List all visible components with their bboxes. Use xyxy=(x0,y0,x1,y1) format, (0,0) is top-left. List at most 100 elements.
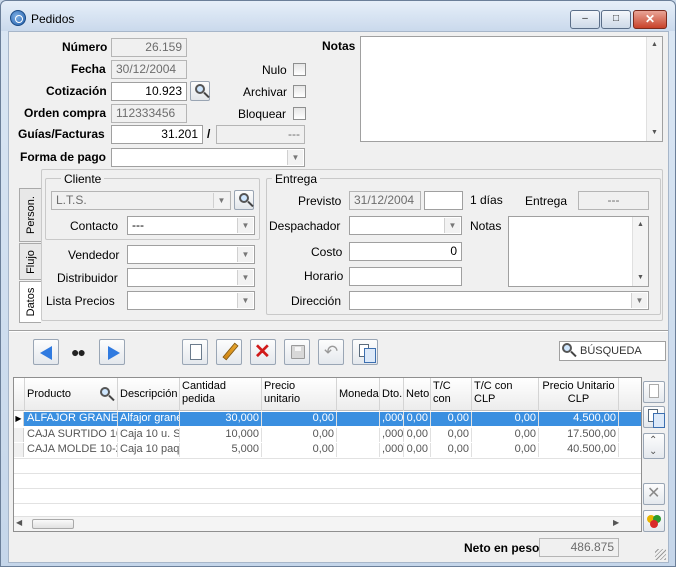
tab-datos[interactable]: Datos xyxy=(19,281,41,323)
move-row-button[interactable]: ⌃ ⌄ xyxy=(643,433,665,459)
scroll-right-icon[interactable]: ▶ xyxy=(613,518,619,527)
previous-button[interactable] xyxy=(33,339,59,365)
search-input[interactable]: BÚSQUEDA xyxy=(559,341,666,361)
cell-neto[interactable]: 0,00 xyxy=(404,428,431,442)
bloquear-checkbox[interactable] xyxy=(293,107,306,120)
notas-scrollbar[interactable]: ▲ ▼ xyxy=(646,37,662,141)
cell-precio-unitario[interactable]: 0,00 xyxy=(262,443,337,457)
guias-secondary-field[interactable]: --- xyxy=(216,125,305,144)
cell-dto[interactable]: ,000 xyxy=(380,443,404,457)
costo-field[interactable]: 0 xyxy=(349,242,462,261)
cell-tc-con[interactable]: 0,00 xyxy=(431,428,472,442)
cliente-lookup-button[interactable] xyxy=(234,190,254,210)
cell-neto[interactable]: 0,00 xyxy=(404,412,431,426)
chevron-down-icon[interactable]: ▼ xyxy=(631,293,647,308)
despachador-select[interactable]: ▼ xyxy=(349,216,462,235)
chevron-down-icon[interactable]: ▼ xyxy=(237,293,253,308)
chevron-down-icon[interactable]: ▼ xyxy=(237,247,253,262)
numero-field[interactable]: 26.159 xyxy=(111,38,187,57)
scroll-thumb[interactable] xyxy=(32,519,74,529)
cell-moneda[interactable] xyxy=(337,428,380,442)
chevron-down-icon[interactable]: ▼ xyxy=(287,150,303,165)
next-button[interactable] xyxy=(99,339,125,365)
copy-row-button[interactable] xyxy=(643,406,665,428)
items-grid[interactable]: Producto Descripción Cantidad pedida Pre… xyxy=(13,377,642,532)
grid-header-dto[interactable]: Dto. xyxy=(380,378,404,411)
title-bar[interactable]: Pedidos – □ ✕ xyxy=(1,1,675,31)
forma-pago-select[interactable]: ▼ xyxy=(111,148,305,167)
chevron-down-icon[interactable]: ▼ xyxy=(237,270,253,285)
cotizacion-field[interactable]: 10.923 xyxy=(111,82,187,101)
direccion-select[interactable]: ▼ xyxy=(349,291,649,310)
cell-descripcion[interactable]: Alfajor granel xyxy=(118,412,180,426)
vendedor-select[interactable]: ▼ xyxy=(127,245,255,264)
chevron-down-icon[interactable]: ▼ xyxy=(444,218,460,233)
grid-header-descripcion[interactable]: Descripción xyxy=(118,378,180,411)
neto-pesos-field[interactable]: 486.875 xyxy=(539,538,619,557)
lista-precios-select[interactable]: ▼ xyxy=(127,291,255,310)
cell-precio-unitario-clp[interactable]: 40.500,00 xyxy=(539,443,619,457)
delete-button[interactable]: ✕ xyxy=(250,339,276,365)
table-row[interactable]: ▶ ALFAJOR GRANEL Alfajor granel 30,000 0… xyxy=(14,412,641,426)
guias-field[interactable]: 31.201 xyxy=(111,125,203,144)
cotizacion-lookup-button[interactable] xyxy=(190,81,210,101)
entrega-notas-scrollbar[interactable]: ▲ ▼ xyxy=(632,217,648,286)
grid-header-precio-unitario-clp[interactable]: Precio Unitario CLP xyxy=(539,378,619,411)
cell-precio-unitario[interactable]: 0,00 xyxy=(262,428,337,442)
cell-dto[interactable]: ,000 xyxy=(380,428,404,442)
table-row[interactable]: CAJA MOLDE 10-2 Caja 10 paq 5,000 0,00 ,… xyxy=(14,443,641,457)
edit-button[interactable] xyxy=(216,339,242,365)
archivar-checkbox[interactable] xyxy=(293,85,306,98)
new-button[interactable] xyxy=(182,339,208,365)
previsto-field[interactable]: 31/12/2004 xyxy=(349,191,421,210)
cell-tc-con[interactable]: 0,00 xyxy=(431,443,472,457)
scroll-left-icon[interactable]: ◀ xyxy=(16,518,22,527)
fecha-field[interactable]: 30/12/2004 xyxy=(111,60,187,79)
cell-cantidad[interactable]: 30,000 xyxy=(180,412,262,426)
distribuidor-select[interactable]: ▼ xyxy=(127,268,255,287)
orden-compra-field[interactable]: 112333456 xyxy=(111,104,187,123)
grid-header-moneda[interactable]: Moneda xyxy=(337,378,380,411)
cell-producto[interactable]: ALFAJOR GRANEL xyxy=(25,412,118,426)
cell-dto[interactable]: ,000 xyxy=(380,412,404,426)
cell-tc-con-clp[interactable]: 0,00 xyxy=(472,428,539,442)
dias-field[interactable] xyxy=(424,191,463,210)
cell-tc-con-clp[interactable]: 0,00 xyxy=(472,443,539,457)
close-button[interactable]: ✕ xyxy=(633,10,667,29)
cell-neto[interactable]: 0,00 xyxy=(404,443,431,457)
scroll-down-icon[interactable]: ▼ xyxy=(647,125,662,141)
delete-row-button[interactable]: ✕ xyxy=(643,483,665,505)
entrega-notas-textarea[interactable]: ▲ ▼ xyxy=(508,216,649,287)
cliente-select[interactable]: L.T.S. ▼ xyxy=(51,191,231,210)
undo-button[interactable]: ↶ xyxy=(318,339,344,365)
cell-precio-unitario[interactable]: 0,00 xyxy=(262,412,337,426)
cell-precio-unitario-clp[interactable]: 17.500,00 xyxy=(539,428,619,442)
cell-descripcion[interactable]: Caja 10 paq xyxy=(118,443,180,457)
chevron-down-icon[interactable]: ▼ xyxy=(237,218,253,233)
add-row-button[interactable] xyxy=(643,381,665,403)
nulo-checkbox[interactable] xyxy=(293,63,306,76)
colors-button[interactable] xyxy=(643,510,665,532)
grid-horizontal-scrollbar[interactable]: ◀ ▶ xyxy=(14,516,641,531)
grid-header-tc-con-clp[interactable]: T/C con CLP xyxy=(472,378,539,411)
cell-producto[interactable]: CAJA MOLDE 10-2 xyxy=(25,443,118,457)
tab-person[interactable]: Person. xyxy=(19,188,41,242)
entrega-field[interactable]: --- xyxy=(578,191,649,210)
horario-field[interactable] xyxy=(349,267,462,286)
find-button[interactable]: ●● xyxy=(66,339,92,365)
grid-header-precio-unitario[interactable]: Precio unitario xyxy=(262,378,337,411)
save-button[interactable] xyxy=(284,339,310,365)
table-row[interactable]: CAJA SURTIDO 10 Caja 10 u. S 10,000 0,00… xyxy=(14,428,641,442)
cell-moneda[interactable] xyxy=(337,443,380,457)
cell-descripcion[interactable]: Caja 10 u. S xyxy=(118,428,180,442)
tab-flujo[interactable]: Flujo xyxy=(19,243,41,280)
resize-grip-icon[interactable] xyxy=(655,549,666,560)
cell-precio-unitario-clp[interactable]: 4.500,00 xyxy=(539,412,619,426)
scroll-down-icon[interactable]: ▼ xyxy=(633,270,648,286)
scroll-up-icon[interactable]: ▲ xyxy=(647,37,662,53)
cell-cantidad[interactable]: 5,000 xyxy=(180,443,262,457)
grid-header-cantidad[interactable]: Cantidad pedida xyxy=(180,378,262,411)
grid-header-producto[interactable]: Producto xyxy=(25,378,118,411)
cell-moneda[interactable] xyxy=(337,412,380,426)
chevron-down-icon[interactable]: ▼ xyxy=(213,193,229,208)
